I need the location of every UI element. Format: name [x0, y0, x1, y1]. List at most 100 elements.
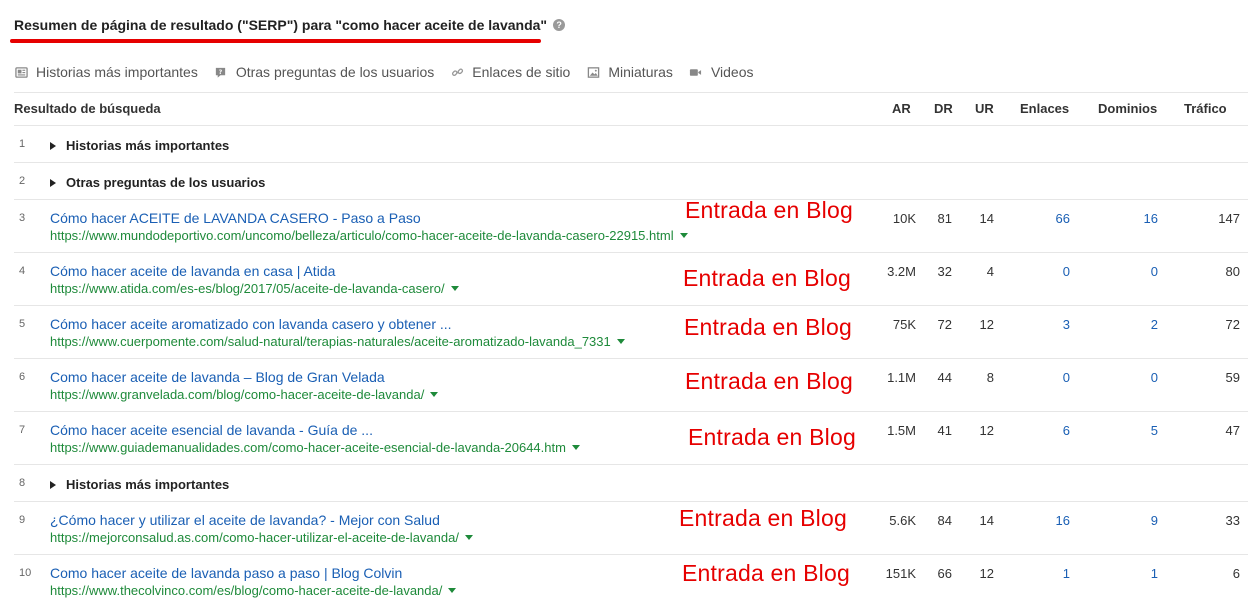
group-label: Otras preguntas de los usuarios — [66, 175, 266, 190]
metric-dr: 66 — [937, 566, 952, 581]
feature-label: Miniaturas — [608, 64, 673, 80]
metric-links[interactable]: 1 — [1063, 566, 1070, 581]
metric-dr: 84 — [937, 513, 952, 528]
group-toggle[interactable]: Otras preguntas de los usuarios — [50, 175, 265, 190]
table-row-group[interactable]: 8 Historias más importantes — [14, 465, 1248, 502]
metric-domains[interactable]: 0 — [1151, 264, 1158, 279]
result-title-link[interactable]: Cómo hacer ACEITE de LAVANDA CASERO - Pa… — [50, 210, 421, 226]
feature-label: Otras preguntas de los usuarios — [235, 64, 435, 80]
column-header-domains[interactable]: Dominios — [1098, 93, 1157, 125]
table-row: 3 Cómo hacer ACEITE de LAVANDA CASERO - … — [14, 197, 1248, 253]
column-header-ar[interactable]: AR — [892, 93, 911, 125]
metric-domains[interactable]: 9 — [1151, 513, 1158, 528]
metric-ur: 14 — [979, 513, 994, 528]
serp-overview-header: Resumen de página de resultado ("SERP") … — [14, 14, 566, 36]
metric-traffic: 59 — [1225, 370, 1240, 385]
metric-domains[interactable]: 0 — [1151, 370, 1158, 385]
metric-traffic: 147 — [1218, 211, 1240, 226]
table-row: 4 Cómo hacer aceite de lavanda en casa |… — [14, 253, 1248, 306]
caret-down-icon[interactable] — [616, 339, 625, 344]
table-row: 5 Cómo hacer aceite aromatizado con lava… — [14, 306, 1248, 359]
result-url-text: https://www.mundodeportivo.com/uncomo/be… — [50, 228, 674, 243]
metric-dr: 81 — [937, 211, 952, 226]
group-toggle[interactable]: Historias más importantes — [50, 477, 229, 492]
result-url-text: https://www.cuerpomente.com/salud-natura… — [50, 334, 611, 349]
blog-annotation: Entrada en Blog — [684, 314, 852, 340]
metric-links[interactable]: 6 — [1063, 423, 1070, 438]
metric-domains[interactable]: 5 — [1151, 423, 1158, 438]
group-toggle[interactable]: Historias más importantes — [50, 138, 229, 153]
feature-people-also-ask[interactable]: ? Otras preguntas de los usuarios — [214, 64, 434, 80]
result-url[interactable]: https://www.granvelada.com/blog/como-hac… — [50, 387, 439, 402]
result-title-link[interactable]: Como hacer aceite de lavanda – Blog de G… — [50, 369, 385, 385]
caret-right-icon — [50, 178, 56, 187]
metric-domains[interactable]: 1 — [1151, 566, 1158, 581]
result-url-text: https://www.thecolvinco.com/es/blog/como… — [50, 583, 443, 598]
metric-links[interactable]: 0 — [1063, 264, 1070, 279]
table-row: 7 Cómo hacer aceite esencial de lavanda … — [14, 412, 1248, 465]
feature-top-stories[interactable]: Historias más importantes — [14, 64, 198, 80]
row-number: 8 — [19, 477, 26, 489]
metric-domains[interactable]: 16 — [1144, 211, 1158, 226]
result-title-link[interactable]: Cómo hacer aceite aromatizado con lavand… — [50, 316, 452, 332]
metric-links[interactable]: 3 — [1063, 317, 1070, 332]
result-title-link[interactable]: Como hacer aceite de lavanda paso a paso… — [50, 565, 402, 581]
result-url[interactable]: https://www.thecolvinco.com/es/blog/como… — [50, 583, 457, 598]
metric-traffic: 6 — [1232, 566, 1240, 581]
result-url[interactable]: https://www.atida.com/es-es/blog/2017/05… — [50, 281, 459, 296]
column-header-result[interactable]: Resultado de búsqueda — [14, 93, 161, 125]
result-url-text: https://www.granvelada.com/blog/como-hac… — [50, 387, 425, 402]
caret-right-icon — [50, 480, 56, 489]
page-title: Resumen de página de resultado ("SERP") … — [14, 17, 548, 33]
metric-ar: 3.2M — [887, 264, 916, 279]
caret-down-icon[interactable] — [464, 535, 473, 540]
column-header-dr[interactable]: DR — [934, 93, 953, 125]
result-url-text: https://www.atida.com/es-es/blog/2017/05… — [50, 281, 445, 296]
metric-domains[interactable]: 2 — [1151, 317, 1158, 332]
link-icon — [450, 65, 464, 79]
metric-ar: 1.5M — [887, 423, 916, 438]
caret-down-icon[interactable] — [448, 588, 457, 593]
metric-links[interactable]: 66 — [1056, 211, 1070, 226]
blog-annotation: Entrada en Blog — [685, 368, 853, 394]
metric-links[interactable]: 0 — [1063, 370, 1070, 385]
row-number: 1 — [19, 138, 26, 150]
metric-ar: 5.6K — [889, 513, 916, 528]
result-title-link[interactable]: Cómo hacer aceite de lavanda en casa | A… — [50, 263, 335, 279]
row-number: 5 — [19, 318, 26, 330]
column-header-traffic[interactable]: Tráfico — [1184, 93, 1227, 125]
result-url[interactable]: https://mejorconsalud.as.com/como-hacer-… — [50, 530, 473, 545]
table-row-group[interactable]: 1 Historias más importantes — [14, 126, 1248, 163]
result-url[interactable]: https://www.cuerpomente.com/salud-natura… — [50, 334, 625, 349]
metric-ur: 14 — [979, 211, 994, 226]
feature-thumbnails[interactable]: Miniaturas — [586, 64, 673, 80]
caret-down-icon[interactable] — [430, 392, 439, 397]
metric-links[interactable]: 16 — [1056, 513, 1070, 528]
result-url[interactable]: https://www.guiademanualidades.com/como-… — [50, 440, 580, 455]
blog-annotation: Entrada en Blog — [688, 424, 856, 450]
table-row-group[interactable]: 2 Otras preguntas de los usuarios — [14, 163, 1248, 200]
metric-ur: 12 — [979, 566, 994, 581]
table-row: 6 Como hacer aceite de lavanda – Blog de… — [14, 359, 1248, 412]
metric-ur: 12 — [979, 423, 994, 438]
metric-dr: 44 — [937, 370, 952, 385]
table-header: Resultado de búsqueda AR DR UR Enlaces D… — [14, 92, 1248, 126]
result-title-link[interactable]: ¿Cómo hacer y utilizar el aceite de lava… — [50, 512, 440, 528]
caret-down-icon[interactable] — [571, 445, 580, 450]
result-title-link[interactable]: Cómo hacer aceite esencial de lavanda - … — [50, 422, 373, 438]
caret-down-icon[interactable] — [679, 233, 688, 238]
result-url[interactable]: https://www.mundodeportivo.com/uncomo/be… — [50, 228, 688, 243]
column-header-links[interactable]: Enlaces — [1020, 93, 1069, 125]
column-header-ur[interactable]: UR — [975, 93, 994, 125]
caret-down-icon[interactable] — [450, 286, 459, 291]
row-number: 6 — [19, 371, 26, 383]
question-icon: ? — [214, 65, 228, 79]
result-url-text: https://www.guiademanualidades.com/como-… — [50, 440, 566, 455]
row-number: 3 — [19, 212, 26, 224]
feature-sitelinks[interactable]: Enlaces de sitio — [450, 64, 570, 80]
table-row: 9 ¿Cómo hacer y utilizar el aceite de la… — [14, 502, 1248, 555]
feature-videos[interactable]: Videos — [689, 64, 754, 80]
blog-annotation: Entrada en Blog — [679, 505, 847, 531]
help-circle-icon[interactable]: ? — [553, 19, 566, 31]
row-number: 10 — [19, 567, 32, 579]
